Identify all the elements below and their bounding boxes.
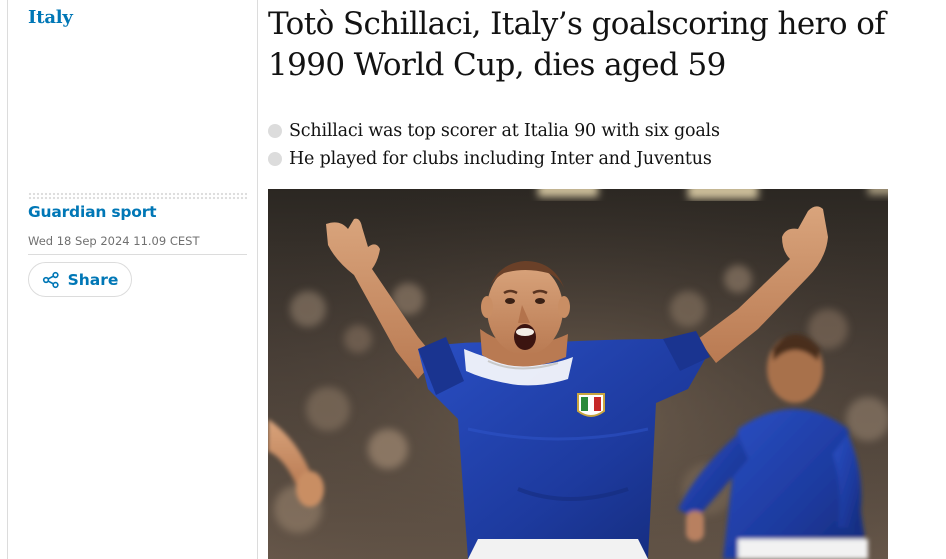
bullet-dot bbox=[268, 152, 282, 166]
byline-link[interactable]: Guardian sport bbox=[28, 203, 157, 221]
section-link-italy[interactable]: Italy bbox=[28, 7, 73, 28]
meta-column-rule bbox=[257, 0, 258, 559]
share-label: Share bbox=[67, 270, 119, 289]
bullet-dot bbox=[268, 124, 282, 138]
standfirst-item: He played for clubs including Inter and … bbox=[268, 145, 908, 173]
share-button[interactable]: Share bbox=[28, 262, 132, 297]
meta-dotted-divider bbox=[28, 192, 247, 200]
standfirst-item: Schillaci was top scorer at Italia 90 wi… bbox=[268, 117, 908, 145]
standfirst-list: Schillaci was top scorer at Italia 90 wi… bbox=[268, 117, 908, 173]
standfirst-text: Schillaci was top scorer at Italia 90 wi… bbox=[289, 121, 720, 141]
share-icon bbox=[42, 271, 59, 288]
left-column-rule bbox=[7, 0, 8, 559]
italy-badge bbox=[577, 393, 605, 417]
meta-divider bbox=[28, 254, 247, 255]
article-page: Italy Totò Schillaci, Italy’s goalscorin… bbox=[0, 0, 946, 559]
main-article-image[interactable] bbox=[268, 189, 888, 559]
standfirst-text: He played for clubs including Inter and … bbox=[289, 149, 712, 169]
publish-date: Wed 18 Sep 2024 11.09 CEST bbox=[28, 234, 200, 248]
celebration-photo bbox=[268, 189, 888, 559]
article-headline: Totò Schillaci, Italy’s goalscoring hero… bbox=[268, 6, 886, 83]
